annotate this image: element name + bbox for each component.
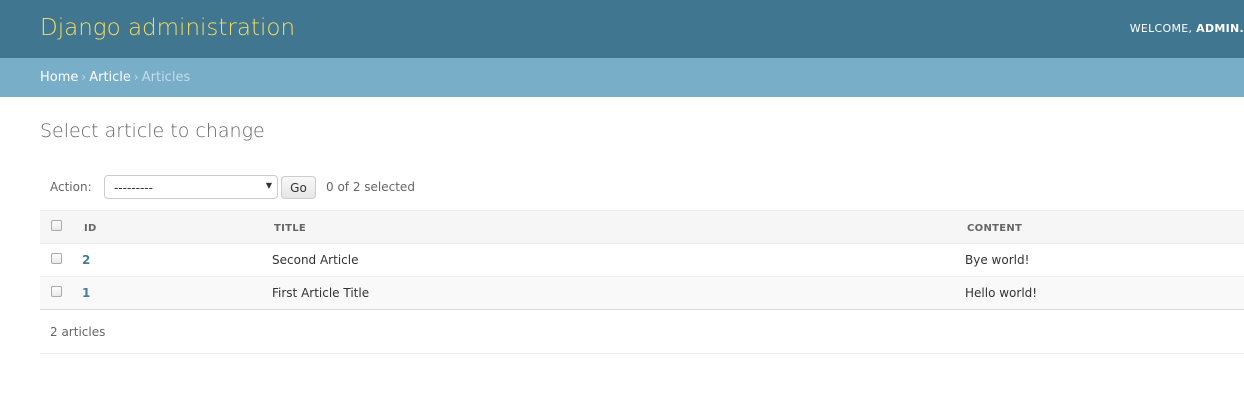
row-checkbox[interactable] [51,286,62,297]
chevron-down-icon: ▼ [265,181,272,190]
action-select[interactable]: --------- ▼ [104,175,278,199]
welcome-text: WELCOME, [1129,22,1193,35]
breadcrumb-current: Articles [141,70,191,85]
site-branding[interactable]: Django administration [40,14,295,42]
action-label: Action: [50,180,92,194]
actions-bar: Action: --------- ▼ Go 0 of 2 selected [40,171,1244,203]
breadcrumb: Home › Article › Articles [0,58,1244,97]
row-checkbox[interactable] [51,253,62,264]
table-row: 2 Second Article Bye world! [40,244,1244,277]
breadcrumb-separator: › [133,70,139,84]
row-content: Bye world! [965,253,1030,267]
row-content: Hello world! [965,286,1038,300]
paginator: 2 articles [40,311,1244,354]
row-title: Second Article [272,253,359,267]
result-table: ID TITLE CONTENT 2 Second Article Bye wo… [40,210,1244,310]
header: Django administration WELCOME, ADMIN. [0,0,1244,58]
page-title: Select article to change [40,120,265,142]
username: ADMIN. [1196,22,1244,35]
go-button[interactable]: Go [281,176,316,199]
user-tools: WELCOME, ADMIN. [1130,22,1244,35]
row-id-link[interactable]: 1 [82,286,90,300]
breadcrumb-home-link[interactable]: Home [40,70,78,85]
row-id-link[interactable]: 2 [82,253,90,267]
breadcrumb-app-link[interactable]: Article [89,70,131,85]
column-header-title[interactable]: TITLE [274,223,306,234]
column-header-content[interactable]: CONTENT [967,223,1022,234]
column-header-id[interactable]: ID [84,223,97,234]
row-title: First Article Title [272,286,370,300]
table-row: 1 First Article Title Hello world! [40,277,1244,310]
action-select-value: --------- [114,181,153,195]
breadcrumb-separator: › [81,70,87,84]
table-header: ID TITLE CONTENT [40,210,1244,244]
select-all-checkbox[interactable] [51,220,62,231]
selection-counter: 0 of 2 selected [326,180,415,194]
